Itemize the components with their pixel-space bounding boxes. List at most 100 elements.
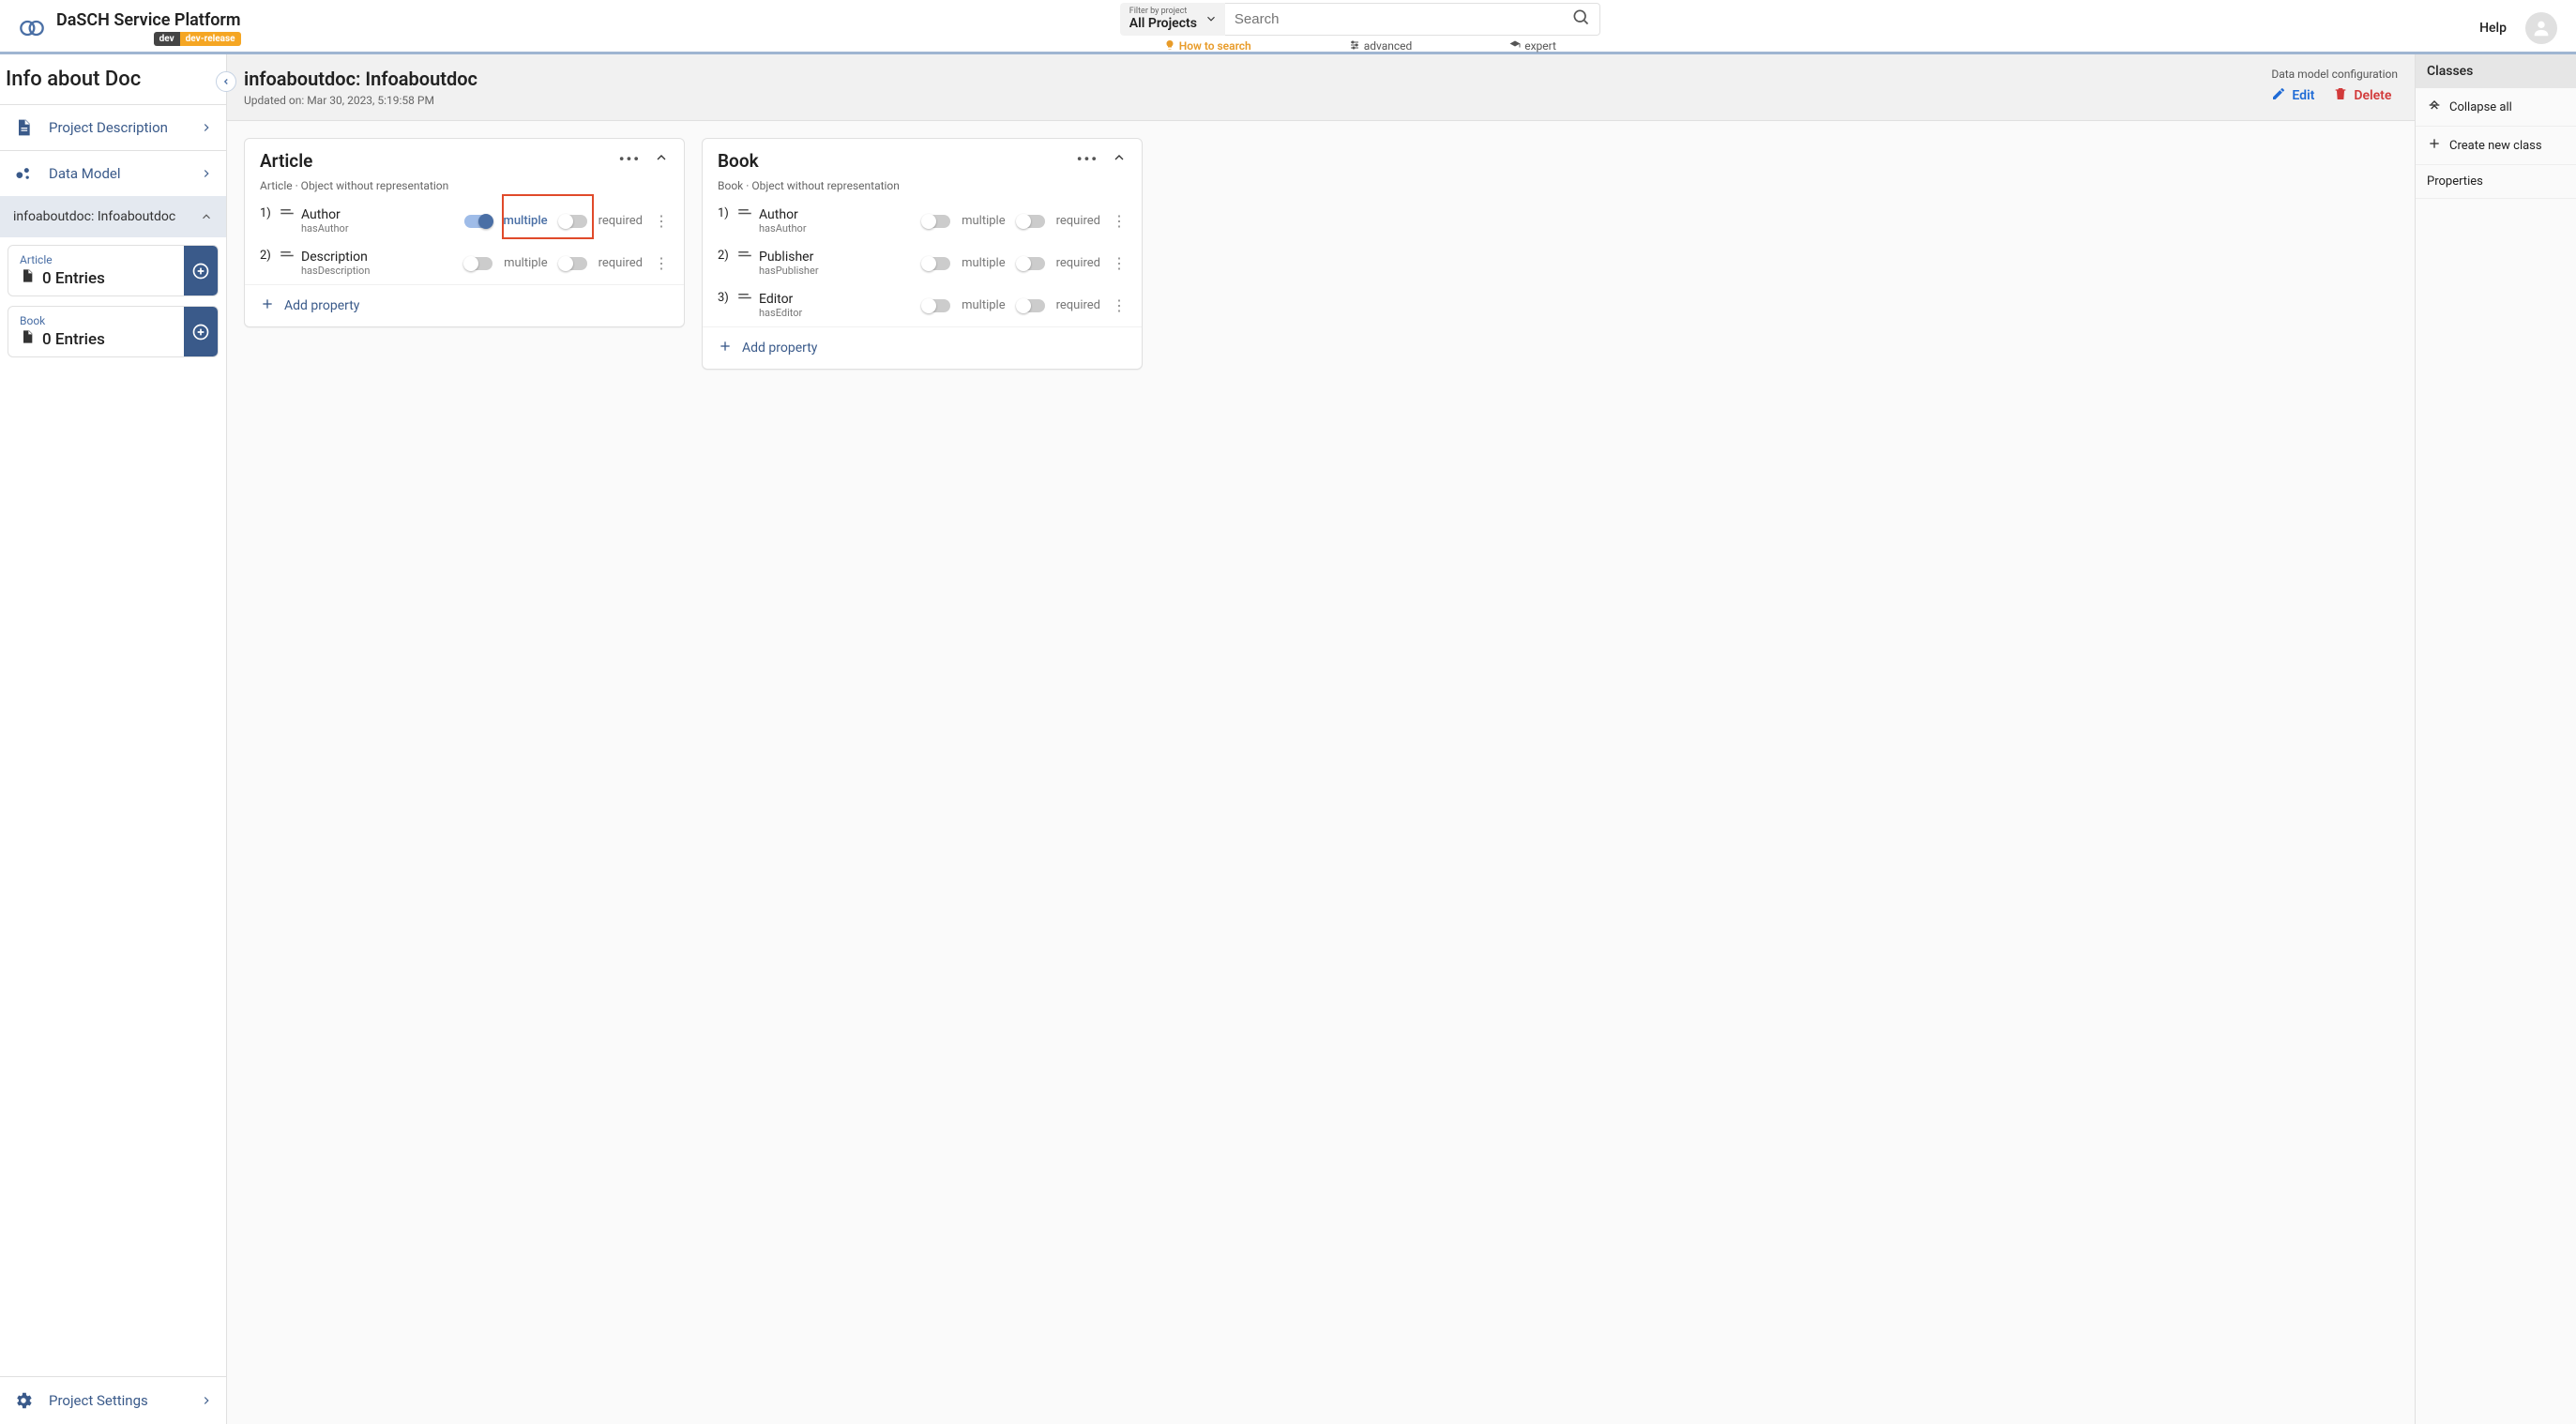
multiple-label: multiple (962, 214, 1006, 228)
project-filter-label: Filter by project (1129, 7, 1197, 16)
property-more-button[interactable]: ⋮ (654, 214, 669, 229)
required-label: required (1056, 214, 1100, 228)
collapse-all-button[interactable]: Collapse all (2416, 88, 2576, 127)
sidebar-collapse-button[interactable] (216, 71, 236, 92)
property-id: hasAuthor (759, 222, 807, 235)
property-row: 2) Description hasDescription multiple r… (245, 242, 684, 284)
property-more-button[interactable]: ⋮ (1112, 256, 1127, 271)
nav-project-settings[interactable]: Project Settings (0, 1376, 226, 1424)
class-card: Article ••• Article · Object without rep… (244, 138, 685, 327)
class-subtitle: Book · Object without representation (703, 179, 1142, 200)
class-more-button[interactable]: ••• (1077, 150, 1099, 168)
nav-label: Project Description (49, 119, 168, 136)
search-cluster: Filter by project All Projects How to se… (1120, 3, 1600, 53)
chevron-up-icon[interactable] (654, 150, 669, 169)
help-link[interactable]: Help (2479, 21, 2507, 36)
add-property-button[interactable]: Add property (245, 284, 684, 326)
entry-add-button[interactable] (184, 307, 218, 356)
file-icon (20, 329, 35, 349)
project-filter-select[interactable]: Filter by project All Projects (1120, 3, 1225, 36)
property-more-button[interactable]: ⋮ (654, 256, 669, 271)
delete-button[interactable]: Delete (2333, 86, 2391, 105)
text-short-icon (736, 288, 759, 309)
property-index: 2) (260, 249, 279, 263)
sidebar: Info about Doc Project Description Data … (0, 54, 227, 1424)
advanced-search-link[interactable]: advanced (1349, 39, 1413, 53)
chevron-right-icon (200, 167, 213, 180)
multiple-toggle[interactable] (922, 215, 950, 228)
nav-ontology[interactable]: infoaboutdoc: Infoaboutdoc (0, 196, 226, 237)
text-short-icon (736, 204, 759, 224)
entry-count: 0 Entries (20, 329, 173, 349)
property-row: 2) Publisher hasPublisher multiple requi… (703, 242, 1142, 284)
required-toggle[interactable] (1017, 257, 1045, 270)
chevron-down-icon (1205, 12, 1218, 25)
page-updated: Updated on: Mar 30, 2023, 5:19:58 PM (244, 94, 477, 107)
add-property-button[interactable]: Add property (703, 326, 1142, 369)
class-subtitle: Article · Object without representation (245, 179, 684, 200)
text-short-icon (279, 204, 301, 224)
multiple-label: multiple (962, 256, 1006, 270)
page-title: infoaboutdoc: Infoaboutdoc (244, 68, 477, 90)
text-short-icon (279, 246, 301, 266)
required-toggle[interactable] (559, 257, 587, 270)
multiple-toggle[interactable] (464, 257, 492, 270)
how-to-search-link[interactable]: How to search (1164, 39, 1251, 53)
property-name: Publisher (759, 250, 819, 265)
entry-card: Book 0 Entries (8, 306, 219, 357)
file-icon (20, 268, 35, 288)
chevron-up-icon[interactable] (1112, 150, 1127, 169)
entry-category: Article (20, 253, 173, 266)
collapse-icon (2427, 98, 2442, 116)
entry-add-button[interactable] (184, 246, 218, 295)
lightbulb-icon (1164, 39, 1175, 53)
trash-icon (2333, 86, 2348, 105)
property-row: 1) Author hasAuthor multiple required ⋮ (245, 200, 684, 242)
config-label: Data model configuration (2271, 68, 2398, 81)
add-property-label: Add property (742, 341, 817, 356)
required-label: required (1056, 298, 1100, 312)
create-class-button[interactable]: Create new class (2416, 127, 2576, 165)
required-toggle[interactable] (559, 215, 587, 228)
edit-button[interactable]: Edit (2271, 86, 2314, 105)
entry-open[interactable]: Article 0 Entries (8, 246, 184, 295)
multiple-toggle[interactable] (922, 257, 950, 270)
tune-icon (1349, 39, 1360, 53)
search-input[interactable] (1235, 4, 1571, 35)
nav-data-model[interactable]: Data Model (0, 150, 226, 196)
user-avatar[interactable] (2525, 12, 2557, 44)
rail-properties-header[interactable]: Properties (2416, 165, 2576, 199)
required-toggle[interactable] (1017, 215, 1045, 228)
class-more-button[interactable]: ••• (619, 150, 641, 168)
chevron-right-icon (200, 121, 213, 134)
brand: DaSCH Service Platform dev dev-release (19, 10, 241, 46)
nav-project-description[interactable]: Project Description (0, 104, 226, 150)
class-card: Book ••• Book · Object without represent… (702, 138, 1143, 370)
bubble-chart-icon (13, 164, 34, 183)
entry-category: Book (20, 314, 173, 327)
property-more-button[interactable]: ⋮ (1112, 214, 1127, 229)
entry-open[interactable]: Book 0 Entries (8, 307, 184, 356)
gear-icon (13, 1390, 34, 1411)
search-box (1225, 3, 1600, 36)
required-label: required (599, 214, 643, 228)
required-toggle[interactable] (1017, 299, 1045, 312)
property-row: 3) Editor hasEditor multiple required ⋮ (703, 284, 1142, 326)
property-id: hasEditor (759, 307, 802, 319)
add-property-label: Add property (284, 298, 359, 313)
multiple-toggle[interactable] (922, 299, 950, 312)
entry-count: 0 Entries (20, 268, 173, 288)
search-icon[interactable] (1571, 8, 1590, 30)
entry-card: Article 0 Entries (8, 245, 219, 296)
property-more-button[interactable]: ⋮ (1112, 298, 1127, 313)
brand-title: DaSCH Service Platform (56, 10, 241, 30)
main-header: infoaboutdoc: Infoaboutdoc Updated on: M… (227, 54, 2415, 121)
multiple-toggle[interactable] (464, 215, 492, 228)
sidebar-entries: Article 0 Entries Book 0 Entries (0, 237, 226, 365)
required-label: required (599, 256, 643, 270)
expert-search-link[interactable]: expert (1509, 39, 1556, 53)
plus-icon (260, 296, 275, 315)
property-name: Editor (759, 292, 802, 307)
class-title: Book (718, 150, 759, 172)
topbar: DaSCH Service Platform dev dev-release F… (0, 0, 2576, 54)
